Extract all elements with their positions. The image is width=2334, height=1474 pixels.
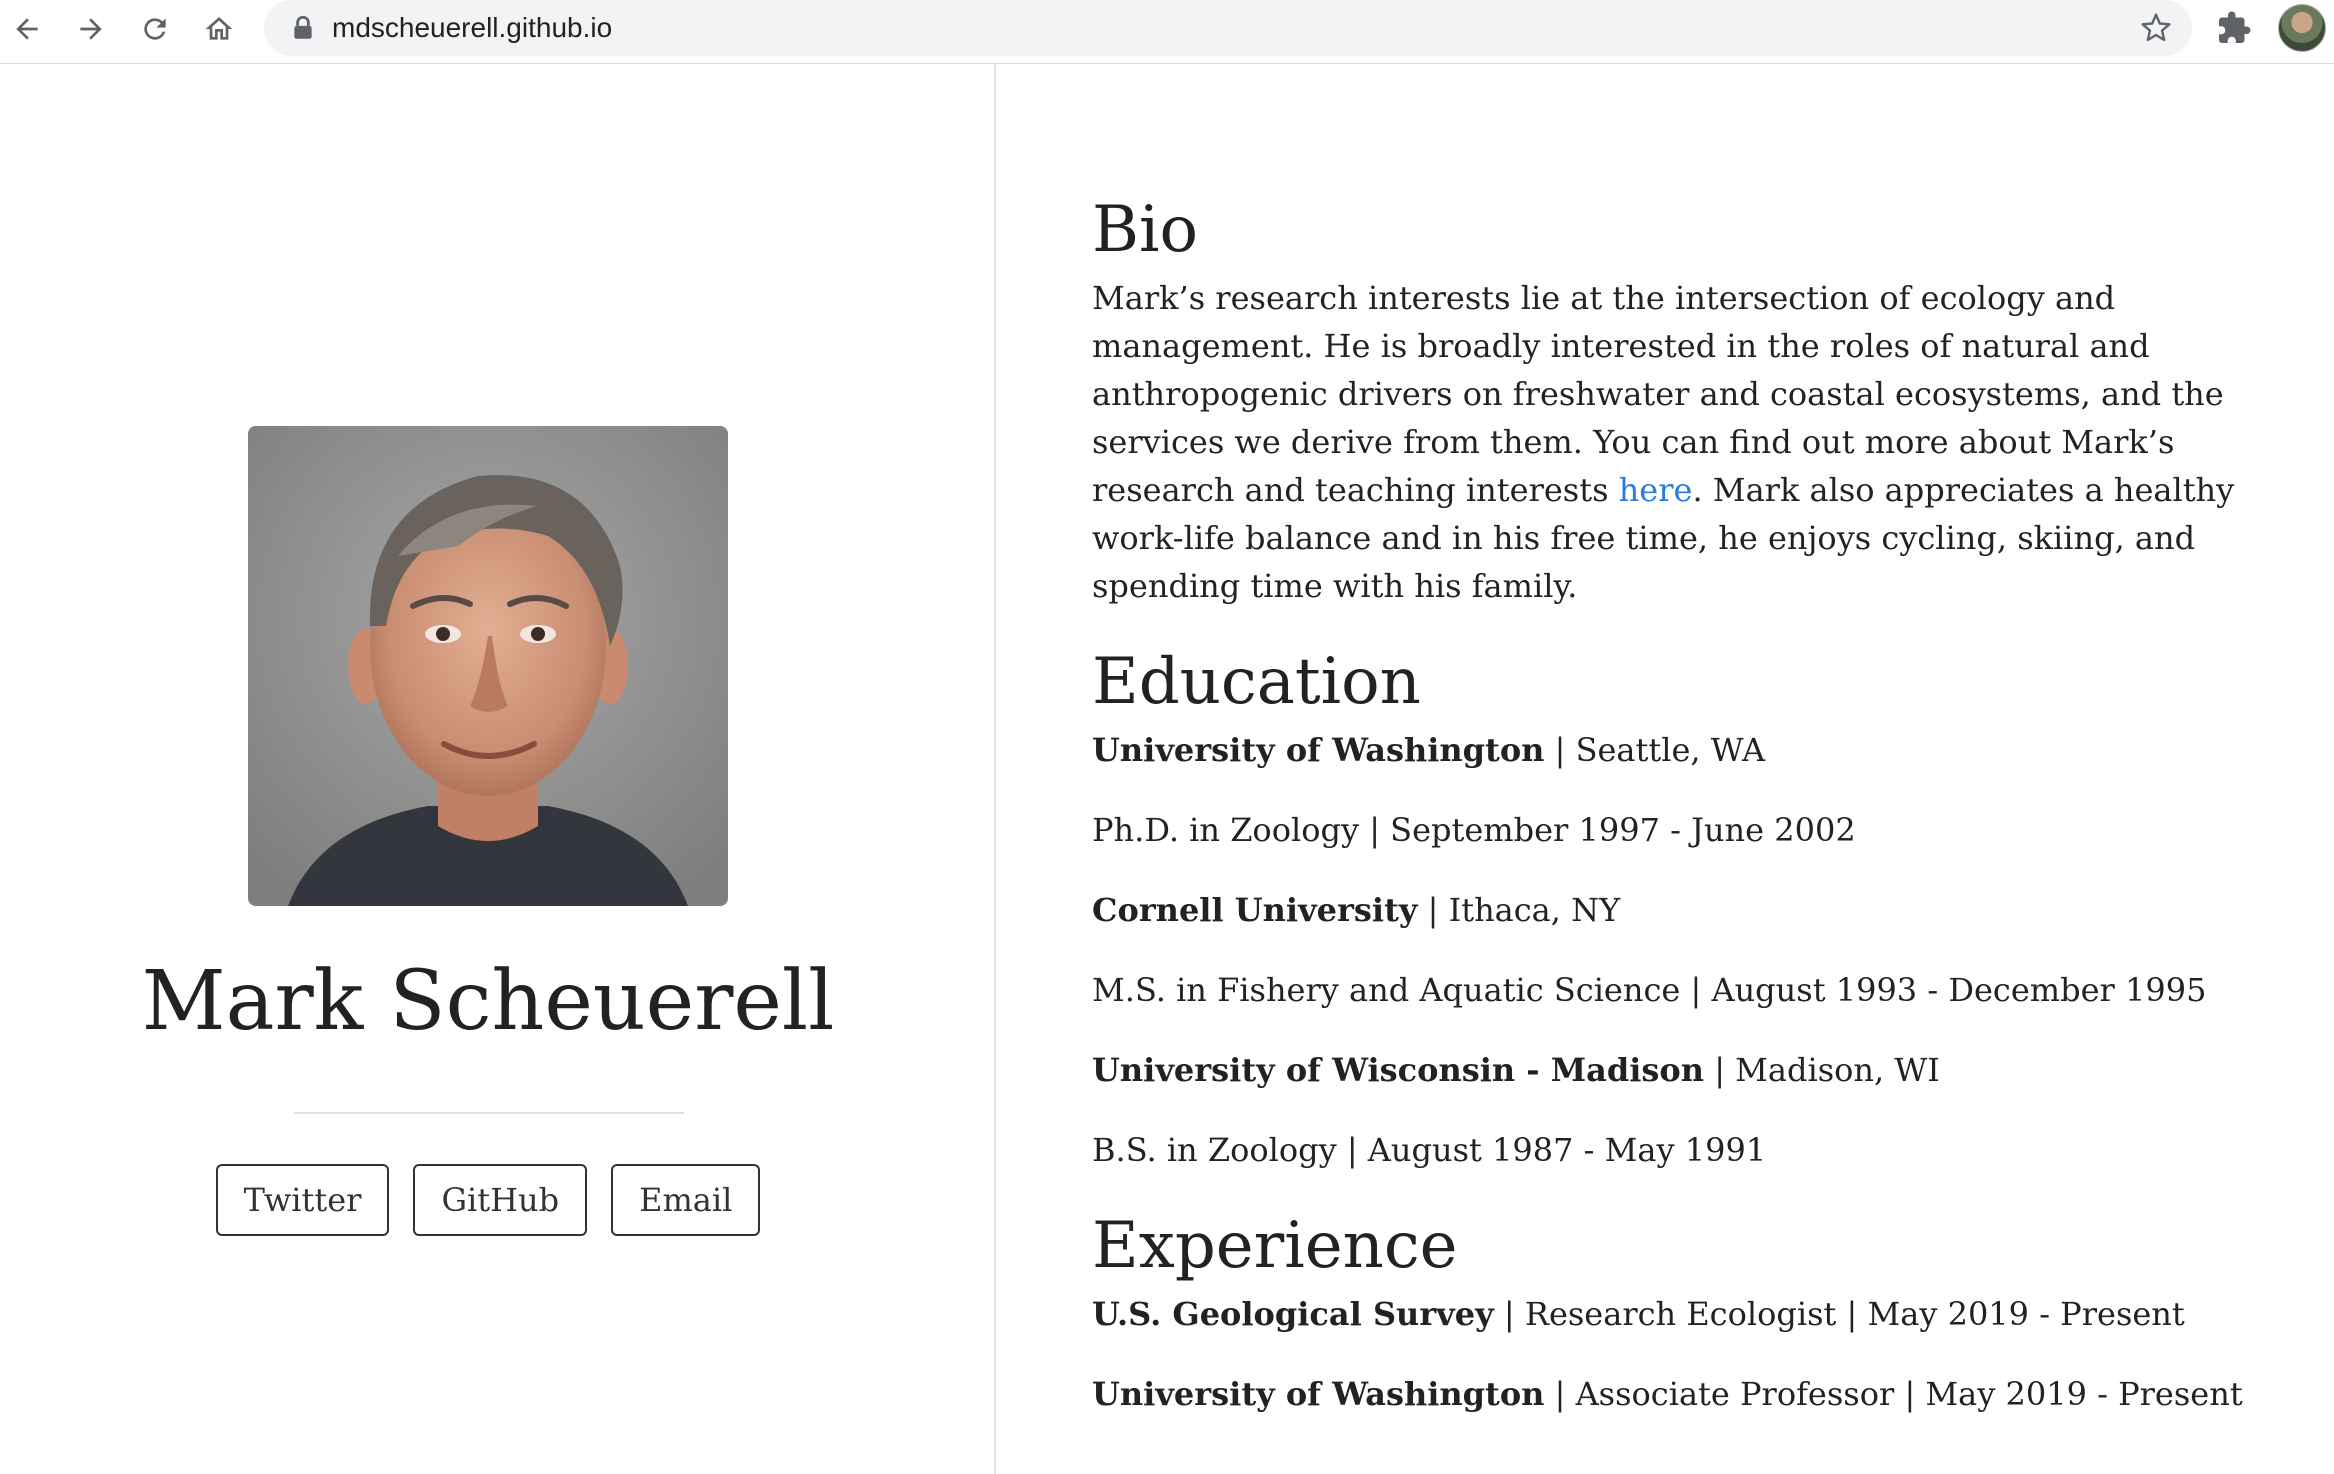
- address-bar[interactable]: mdscheuerell.github.io: [264, 0, 2192, 56]
- github-button[interactable]: GitHub: [413, 1164, 588, 1236]
- education-list: University of Washington | Seattle, WA P…: [1092, 726, 2292, 1174]
- puzzle-icon[interactable]: [2216, 10, 2252, 46]
- education-entry: B.S. in Zoology | August 1987 - May 1991: [1092, 1126, 2292, 1174]
- profile-name: Mark Scheuerell: [141, 954, 835, 1049]
- back-button[interactable]: [4, 6, 50, 52]
- institution-name: Cornell University: [1092, 891, 1418, 929]
- experience-entry: U.S. Geological Survey | Research Ecolog…: [1092, 1290, 2292, 1338]
- twitter-button[interactable]: Twitter: [215, 1164, 390, 1236]
- profile-avatar[interactable]: [2278, 4, 2326, 52]
- education-entry: Ph.D. in Zoology | September 1997 - June…: [1092, 806, 2292, 854]
- experience-entry: University of Washington | Associate Pro…: [1092, 1370, 2292, 1418]
- education-entry: M.S. in Fishery and Aquatic Science | Au…: [1092, 966, 2292, 1014]
- education-entry: Cornell University | Ithaca, NY: [1092, 886, 2292, 934]
- bio-here-link[interactable]: here: [1619, 471, 1693, 509]
- email-button[interactable]: Email: [611, 1164, 761, 1236]
- entry-detail: B.S. in Zoology | August 1987 - May 1991: [1092, 1131, 1767, 1169]
- portrait-image: [248, 426, 728, 906]
- bio-heading: Bio: [1092, 193, 1199, 267]
- url-text[interactable]: mdscheuerell.github.io: [332, 0, 612, 56]
- forward-button[interactable]: [68, 6, 114, 52]
- browser-toolbar: mdscheuerell.github.io: [0, 0, 2334, 64]
- social-links: Twitter GitHub Email: [0, 1164, 976, 1236]
- star-icon[interactable]: [2140, 12, 2172, 44]
- lock-icon[interactable]: [290, 14, 316, 42]
- arrow-right-icon: [80, 18, 102, 40]
- home-button[interactable]: [196, 6, 242, 52]
- reload-button[interactable]: [132, 6, 178, 52]
- entry-detail: | Associate Professor | May 2019 - Prese…: [1544, 1375, 2243, 1413]
- entry-detail: | Seattle, WA: [1544, 731, 1766, 769]
- education-entry: University of Wisconsin - Madison | Madi…: [1092, 1046, 2292, 1094]
- entry-detail: M.S. in Fishery and Aquatic Science | Au…: [1092, 971, 2207, 1009]
- bio-paragraph: Mark’s research interests lie at the int…: [1092, 274, 2292, 610]
- entry-detail: | Madison, WI: [1704, 1051, 1940, 1089]
- institution-name: University of Wisconsin - Madison: [1092, 1051, 1705, 1089]
- education-heading: Education: [1092, 645, 1421, 719]
- institution-name: University of Washington: [1092, 731, 1545, 769]
- employer-name: University of Washington: [1092, 1375, 1545, 1413]
- experience-list: U.S. Geological Survey | Research Ecolog…: [1092, 1290, 2292, 1418]
- experience-heading: Experience: [1092, 1209, 1458, 1283]
- employer-name: U.S. Geological Survey: [1092, 1295, 1494, 1333]
- main-content: Bio Mark’s research interests lie at the…: [1092, 190, 2292, 1450]
- arrow-left-icon: [16, 18, 38, 40]
- home-icon: [205, 17, 233, 40]
- entry-detail: Ph.D. in Zoology | September 1997 - June…: [1092, 811, 1856, 849]
- divider: [294, 1112, 684, 1114]
- profile-photo: [248, 426, 728, 906]
- entry-detail: | Ithaca, NY: [1417, 891, 1621, 929]
- entry-detail: | Research Ecologist | May 2019 - Presen…: [1493, 1295, 2185, 1333]
- sidebar: Mark Scheuerell Twitter GitHub Email: [0, 64, 996, 1474]
- education-entry: University of Washington | Seattle, WA: [1092, 726, 2292, 774]
- reload-icon: [144, 18, 166, 40]
